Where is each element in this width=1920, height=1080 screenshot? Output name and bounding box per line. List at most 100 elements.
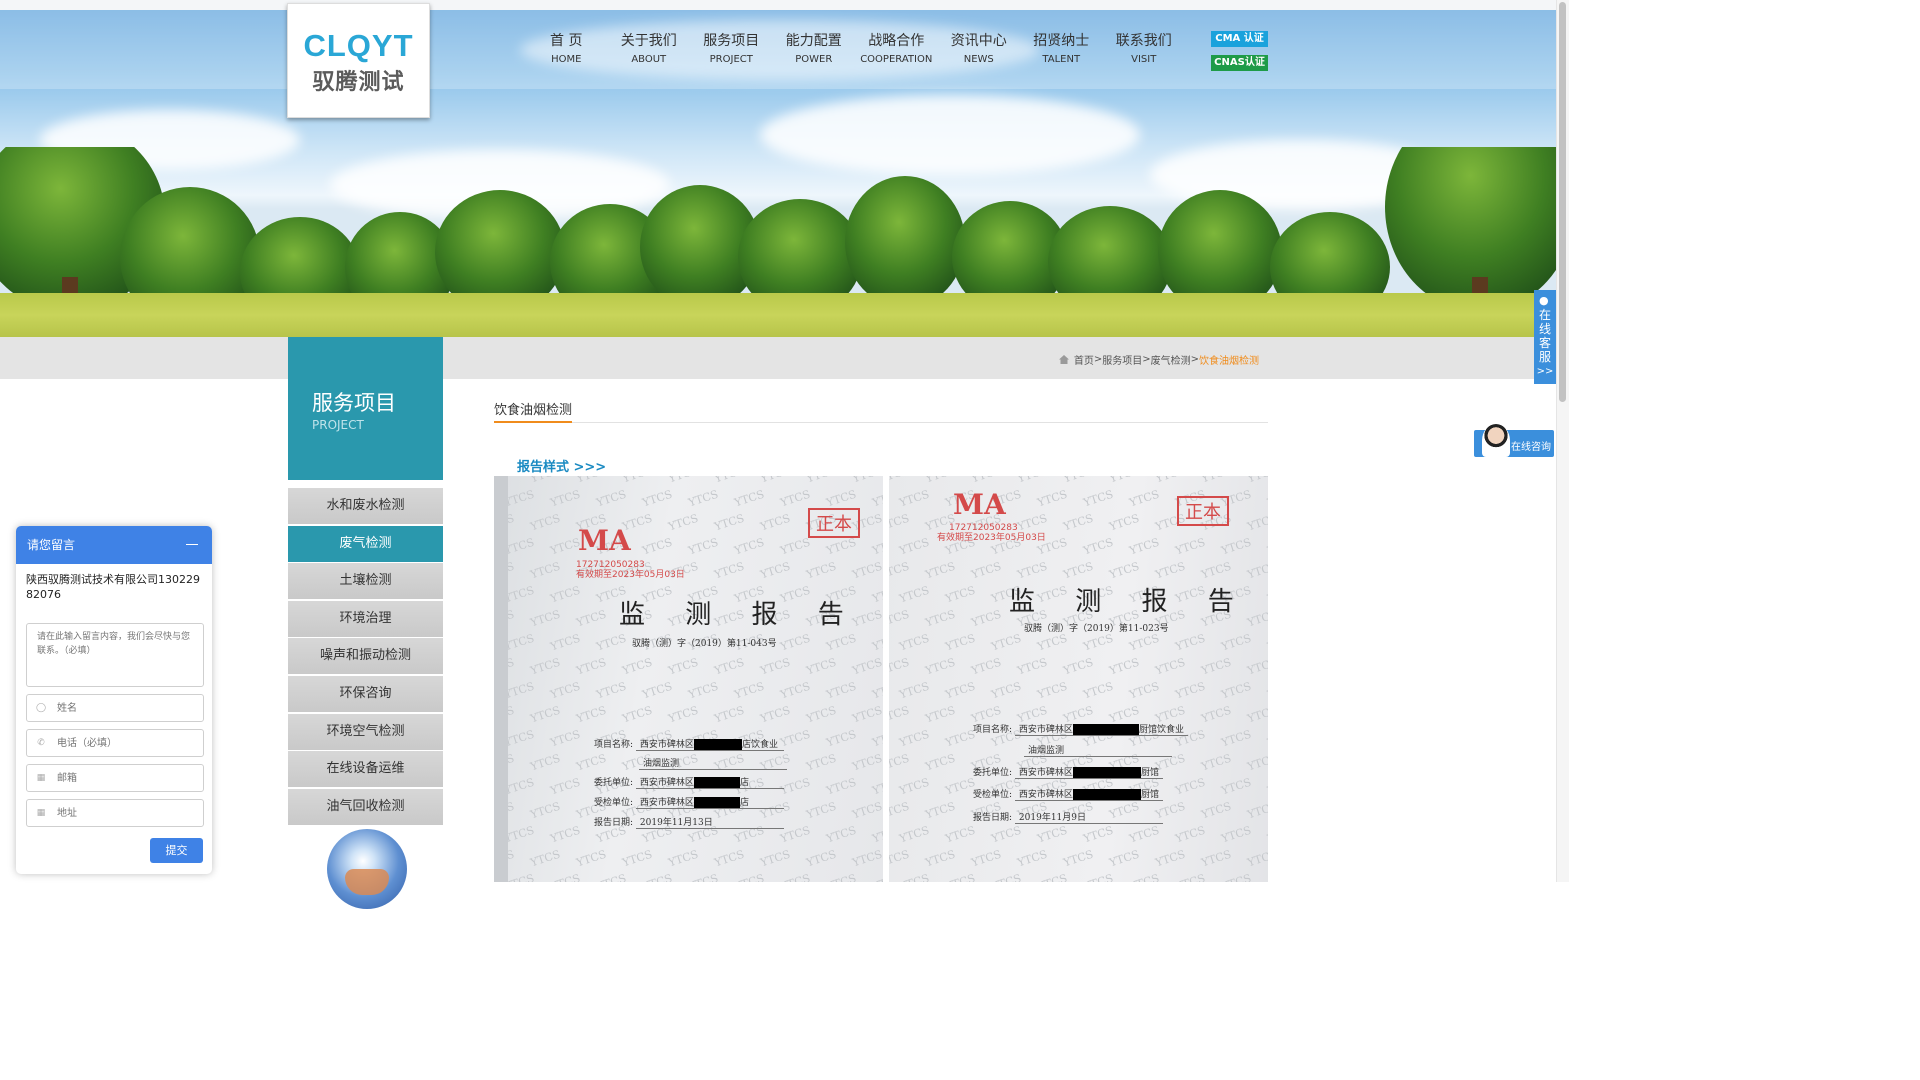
breadcrumb-services[interactable]: 服务项目 [1102,352,1142,367]
service-tab-arrow: >> [1536,366,1554,377]
address-input[interactable] [55,806,199,820]
name-field[interactable]: ◯ [26,694,204,722]
report-row: 油烟监测 [1024,743,1172,757]
watermark-text: YTCS [889,751,911,774]
sidebar-item-online-devices[interactable]: 在线设备运维 [288,751,443,788]
nav-item-news[interactable]: 资讯中心 NEWS [938,30,1021,65]
watermark-text: YTCS [667,476,700,485]
globe-hands-image [327,829,407,909]
sidebar-item-vapor-recovery[interactable]: 油气回收检测 [288,788,443,825]
breadcrumb-exhaust[interactable]: 废气检测 [1151,352,1191,367]
watermark-text: YTCS [1081,487,1115,510]
watermark-text: YTCS [1061,847,1095,870]
minimize-icon[interactable] [186,544,198,545]
sidebar-item-water[interactable]: 水和废水检测 [288,488,443,524]
watermark-text: YTCS [1107,847,1141,870]
watermark-text: YTCS [1265,487,1268,510]
nav-item-project[interactable]: 服务项目 PROJECT [690,30,773,65]
page-scrollbar[interactable] [1556,0,1569,882]
sidebar-item-soil[interactable]: 土壤检测 [288,563,443,600]
watermark-text: YTCS [666,655,700,678]
watermark-text: YTCS [1035,487,1069,510]
message-content-input[interactable] [26,623,204,687]
watermark-text: YTCS [1062,476,1095,485]
watermark-text: YTCS [943,679,977,702]
row-value: 西安市碑林区 店 [635,775,784,789]
site-logo[interactable]: CLQYT 驭腾测试 [287,3,430,118]
watermark-text: YTCS [712,559,746,582]
watermark-text: YTCS [898,872,931,882]
watermark-text: YTCS [824,679,858,702]
title-underline [494,421,572,423]
row-value-text: 西安市碑林区 [1018,768,1073,778]
online-consult-button[interactable]: 在线咨询 [1474,424,1554,457]
watermark-text: YTCS [1107,559,1141,582]
redaction-bar [693,739,742,750]
nav-item-talent[interactable]: 招贤纳士 TALENT [1020,30,1103,65]
chat-users-icon: ● [1539,294,1549,307]
sidebar-item-air[interactable]: 环境空气检测 [288,713,443,750]
online-service-tab[interactable]: ● 在线客服 >> [1534,290,1556,384]
watermark-text: YTCS [870,727,883,750]
row-value: 油烟监测 [1024,743,1172,757]
watermark-text: YTCS [621,476,654,485]
watermark-text: YTCS [1173,775,1207,798]
watermark-text: YTCS [1265,631,1268,654]
phone-field[interactable]: ✆ [26,729,204,757]
sidebar-item-consulting[interactable]: 环保咨询 [288,675,443,712]
nav-item-power[interactable]: 能力配置 POWER [773,30,856,65]
scrollbar-thumb[interactable] [1559,2,1566,402]
watermark-text: YTCS [548,583,582,606]
sidebar-item-noise[interactable]: 噪声和振动检测 [288,638,443,675]
report-number: 驭腾（测）字（2019）第11-043号 [632,639,777,649]
watermark-text: YTCS [595,872,628,882]
watermark-text: YTCS [897,487,931,510]
watermark-text: YTCS [1219,631,1253,654]
breadcrumb-separator: > [1142,354,1151,365]
nav-item-home[interactable]: 首 页 HOME [525,30,608,65]
watermark-text: YTCS [548,775,582,798]
nav-item-cooperation[interactable]: 战略合作 COOPERATION [855,30,938,65]
report-number: 驭腾（测）字（2019）第11-023号 [1024,624,1169,634]
watermark-text: YTCS [779,872,812,882]
watermark-text: YTCS [620,847,654,870]
watermark-text: YTCS [528,655,562,678]
phone-input[interactable] [55,736,199,750]
watermark-text: YTCS [1081,823,1115,846]
nav-sublabel: PROJECT [709,54,753,65]
cma-badge[interactable]: CMA 认证 [1211,31,1268,47]
nav-sublabel: NEWS [963,54,994,65]
address-field[interactable]: ▦ [26,799,204,827]
nav-item-visit[interactable]: 联系我们 VISIT [1103,30,1186,65]
redaction-bar [1072,724,1139,735]
watermark-text: YTCS [924,476,957,485]
nav-label: 联系我们 [1115,33,1172,49]
watermark-text: YTCS [641,872,674,882]
watermark-text: YTCS [1127,487,1161,510]
watermark-text: YTCS [897,775,931,798]
nav-item-about[interactable]: 关于我们 ABOUT [608,30,691,65]
row-value: 2019年11月9日 [1014,810,1163,824]
breadcrumb-home[interactable]: 首页 [1074,352,1094,367]
sidebar-item-governance[interactable]: 环境治理 [288,600,443,637]
name-input[interactable] [55,701,199,715]
watermark-text: YTCS [889,476,911,485]
row-label: 报告日期: [594,818,634,828]
photo-edge [494,476,508,882]
watermark-text: YTCS [666,703,700,726]
sidebar-item-exhaust[interactable]: 废气检测 [288,525,443,562]
email-input[interactable] [55,771,199,785]
watermark-text: YTCS [759,476,792,485]
watermark-text: YTCS [897,535,931,558]
row-suffix: 店饮食业 [741,740,778,750]
nav-label: 关于我们 [620,33,677,49]
watermark-text: YTCS [686,535,720,558]
cnas-badge[interactable]: CNAS认证 [1211,55,1268,71]
watermark-text: YTCS [989,823,1023,846]
watermark-text: YTCS [620,703,654,726]
watermark-text: YTCS [712,655,746,678]
email-field[interactable]: ▦ [26,764,204,792]
submit-button[interactable]: 提交 [150,838,203,863]
report-row: 委托单位: 西安市碑林区 厨馆 [973,765,1163,779]
watermark-text: YTCS [548,727,582,750]
